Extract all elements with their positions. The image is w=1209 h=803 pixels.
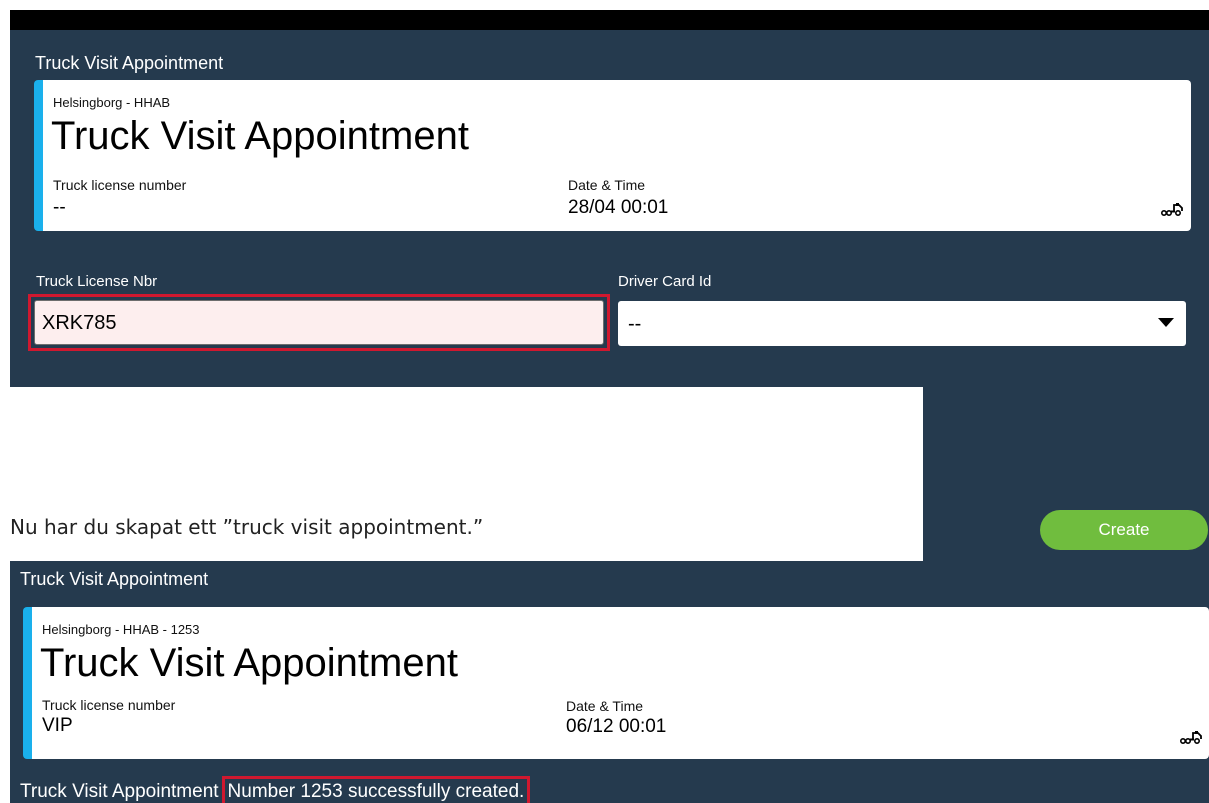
- highlight-box: XRK785: [28, 294, 610, 351]
- instruction-note: Nu har du skapat ett ”truck visit appoin…: [10, 515, 484, 539]
- card-title: Truck Visit Appointment: [51, 114, 469, 158]
- date-time-value: 06/12 00:01: [566, 716, 667, 737]
- driver-card-value: --: [628, 313, 642, 335]
- truck-icon: [1180, 731, 1202, 744]
- card-title: Truck Visit Appointment: [40, 641, 458, 685]
- driver-card-label: Driver Card Id: [618, 273, 712, 290]
- appointment-form-panel: Truck Visit Appointment Helsingborg - HH…: [10, 30, 1209, 387]
- date-time-label: Date & Time: [568, 177, 646, 193]
- truck-license-value: VIP: [42, 715, 73, 736]
- appointment-result-panel: Truck Visit Appointment Helsingborg - HH…: [10, 561, 1209, 803]
- driver-card-select[interactable]: --: [618, 301, 1186, 346]
- success-message: Truck Visit Appointment Number 1253 succe…: [20, 776, 531, 803]
- panel-title: Truck Visit Appointment: [35, 53, 224, 73]
- truck-license-value: --: [53, 197, 66, 218]
- appointment-header-card: Helsingborg - HHAB - 1253 Truck Visit Ap…: [23, 607, 1209, 759]
- truck-license-nbr-label: Truck License Nbr: [36, 273, 158, 290]
- success-highlight: Number 1253 successfully created.: [221, 776, 531, 803]
- dropdown-arrow-icon: [1158, 318, 1174, 327]
- appointment-header-card: Helsingborg - HHAB Truck Visit Appointme…: [34, 80, 1191, 231]
- panel-title: Truck Visit Appointment: [20, 569, 209, 589]
- create-button[interactable]: Create: [1040, 510, 1208, 550]
- date-time-value: 28/04 00:01: [568, 197, 669, 218]
- truck-icon: [1161, 203, 1183, 216]
- date-time-label: Date & Time: [566, 698, 644, 714]
- truck-license-label: Truck license number: [53, 177, 187, 193]
- success-prefix: Truck Visit Appointment: [20, 781, 219, 802]
- facility-subtitle: Helsingborg - HHAB: [53, 95, 171, 110]
- facility-subtitle: Helsingborg - HHAB - 1253: [42, 622, 200, 637]
- top-black-bar: [10, 10, 1209, 30]
- truck-license-input[interactable]: XRK785: [34, 300, 604, 345]
- truck-license-label: Truck license number: [42, 697, 176, 713]
